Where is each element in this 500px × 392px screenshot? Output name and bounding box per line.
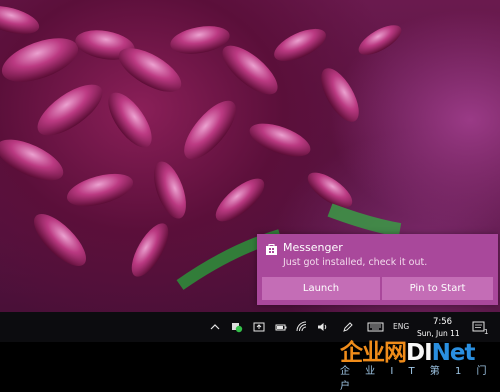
battery-icon[interactable] — [275, 321, 287, 333]
clock-time[interactable]: 7:56 — [433, 317, 452, 327]
volume-icon[interactable] — [317, 321, 329, 333]
notification-message: Just got installed, check it out. — [283, 257, 428, 268]
pin-to-start-button[interactable]: Pin to Start — [382, 277, 493, 300]
chevron-up-icon[interactable] — [209, 321, 221, 333]
launch-button[interactable]: Launch — [262, 277, 380, 300]
language-indicator[interactable]: ENG — [393, 322, 409, 331]
notification-count-badge: 1 — [484, 328, 489, 336]
upload-icon[interactable] — [253, 321, 265, 333]
green-app-icon[interactable] — [231, 321, 243, 333]
watermark-subtitle: 企 业 I T 第 1 门 户 — [340, 366, 493, 392]
notification-app-name: Messenger — [283, 241, 343, 254]
store-icon — [266, 244, 277, 255]
notification-toast[interactable]: Messenger Just got installed, check it o… — [257, 234, 498, 305]
pen-icon[interactable] — [342, 321, 354, 333]
wifi-icon[interactable] — [296, 321, 308, 333]
keyboard-icon[interactable] — [367, 321, 384, 333]
